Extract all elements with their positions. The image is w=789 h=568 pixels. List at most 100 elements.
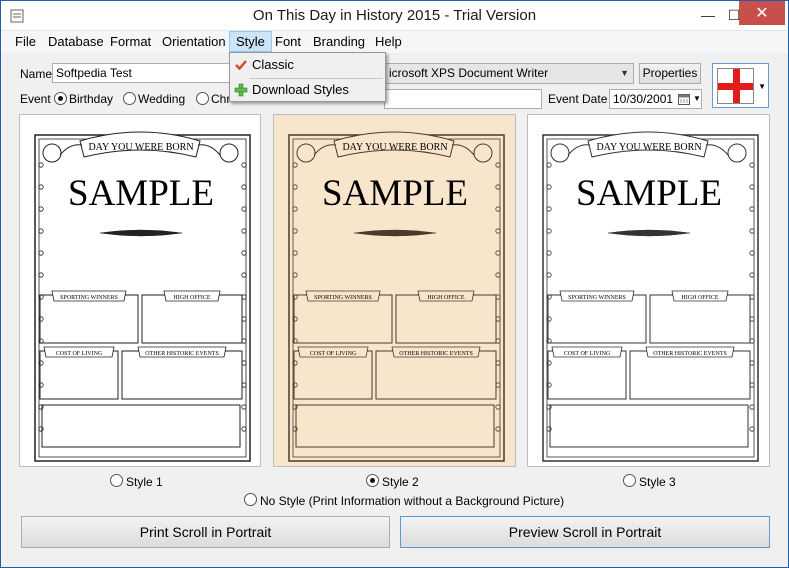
sporting-winners-label: SPORTING WINNERS — [314, 295, 372, 301]
chevron-down-icon[interactable]: ▼ — [693, 90, 701, 108]
menu-file[interactable]: File — [9, 31, 42, 52]
menu-database[interactable]: Database — [42, 31, 110, 52]
cost-of-living-label: COST OF LIVING — [564, 351, 611, 357]
other-historic-events-label: OTHER HISTORIC EVENTS — [399, 351, 473, 357]
ornament — [546, 184, 552, 190]
high-office-label: HIGH OFFICE — [173, 295, 211, 301]
ornament — [749, 404, 755, 410]
corner-ornament — [550, 143, 570, 163]
event-radio-christening[interactable] — [196, 92, 209, 105]
cost-of-living-label: COST OF LIVING — [310, 351, 357, 357]
chevron-down-icon: ▼ — [620, 68, 629, 78]
ornament — [241, 206, 247, 212]
scroll-preview-style-3[interactable]: DAY YOU WERE BORN SAMPLE SPORTING WINNERS H… — [527, 114, 770, 467]
event-date-value: 10/30/2001 — [613, 92, 674, 106]
menu-font[interactable]: Font — [269, 31, 307, 52]
event-radio-wedding[interactable] — [123, 92, 136, 105]
ornament — [38, 228, 44, 234]
england-flag-icon — [717, 68, 754, 104]
ornament — [241, 162, 247, 168]
flag-selector-button[interactable]: ▼ — [712, 63, 769, 108]
high-office-label: HIGH OFFICE — [427, 295, 465, 301]
menu-orientation[interactable]: Orientation — [156, 31, 232, 52]
ornament — [495, 272, 501, 278]
no-style-radio[interactable] — [244, 493, 257, 506]
ornament — [38, 250, 44, 256]
banner-title: DAY YOU WERE BORN — [342, 142, 447, 153]
style-menu-dropdown: Classic Download Styles — [229, 52, 386, 102]
high-office-box — [395, 294, 497, 344]
scroll-preview-style-1[interactable]: DAY YOU WERE BORN SAMPLE SPORTING WINNERS H… — [19, 114, 261, 467]
divider-flourish — [353, 229, 437, 237]
event-date-label: Event Date — [548, 92, 608, 106]
ornament — [241, 404, 247, 410]
ornament — [749, 426, 755, 432]
scroll-preview-style-2[interactable]: DAY YOU WERE BORN SAMPLE SPORTING WINNERS H… — [273, 114, 516, 467]
print-scroll-button[interactable]: Print Scroll in Portrait — [21, 516, 390, 548]
menu-format[interactable]: Format — [104, 31, 157, 52]
ornament — [292, 206, 298, 212]
style-1-radio[interactable] — [110, 474, 123, 487]
scroll-art: DAY YOU WERE BORN SAMPLE SPORTING WINNERS H… — [34, 131, 251, 462]
plus-icon — [234, 83, 248, 97]
other-historic-events-box — [121, 350, 243, 400]
ornament — [241, 426, 247, 432]
event-date-picker[interactable]: 10/30/2001 ▼ — [609, 89, 702, 109]
sporting-winners-box — [293, 294, 393, 344]
style-1-label: Style 1 — [126, 475, 163, 489]
ornament — [749, 228, 755, 234]
ornament — [292, 316, 298, 322]
menu-help[interactable]: Help — [369, 31, 408, 52]
other-historic-events-box — [629, 350, 751, 400]
close-button[interactable]: ✕ — [739, 1, 785, 25]
ornament — [749, 272, 755, 278]
menu-style[interactable]: Style — [229, 31, 272, 52]
ornament — [38, 272, 44, 278]
event-details-input[interactable] — [384, 89, 542, 109]
style-menu-item-label: Classic — [252, 57, 294, 72]
ornament — [241, 272, 247, 278]
ornament — [292, 360, 298, 366]
style-3-radio[interactable] — [623, 474, 636, 487]
ornament — [546, 382, 552, 388]
banner-title: DAY YOU WERE BORN — [596, 142, 701, 153]
ornament — [292, 426, 298, 432]
name-input[interactable]: Softpedia Test — [52, 63, 230, 83]
sporting-winners-box — [547, 294, 647, 344]
scroll-art: DAY YOU WERE BORN SAMPLE SPORTING WINNERS H… — [542, 131, 759, 462]
ornament — [292, 250, 298, 256]
ornament — [546, 272, 552, 278]
style-3-label: Style 3 — [639, 475, 676, 489]
cost-of-living-box — [547, 350, 627, 400]
style-menu-item-classic[interactable]: Classic — [230, 54, 385, 78]
sample-watermark: SAMPLE — [68, 173, 214, 214]
event-radio-birthday[interactable] — [54, 92, 67, 105]
corner-ornament — [296, 143, 316, 163]
title-bar[interactable]: On This Day in History 2015 - Trial Vers… — [1, 1, 788, 31]
style-menu-item-download[interactable]: Download Styles — [230, 79, 385, 103]
event-radio-christening-label: Christening — [211, 92, 229, 106]
ornament — [38, 360, 44, 366]
calendar-icon[interactable] — [678, 93, 690, 105]
chevron-down-icon[interactable]: ▼ — [758, 82, 766, 91]
other-historic-events-label: OTHER HISTORIC EVENTS — [145, 351, 219, 357]
no-style-label: No Style (Print Information without a Ba… — [260, 494, 565, 508]
corner-ornament — [219, 143, 239, 163]
scroll-art: DAY YOU WERE BORN SAMPLE SPORTING WINNERS H… — [288, 131, 505, 462]
banner-title: DAY YOU WERE BORN — [88, 142, 193, 153]
window-title: On This Day in History 2015 - Trial Vers… — [252, 7, 537, 24]
style-menu-item-label: Download Styles — [252, 82, 349, 97]
preview-scroll-button[interactable]: Preview Scroll in Portrait — [400, 516, 770, 548]
bottom-box — [295, 404, 495, 448]
corner-ornament — [42, 143, 62, 163]
menu-branding[interactable]: Branding — [307, 31, 371, 52]
high-office-label: HIGH OFFICE — [681, 295, 719, 301]
event-radio-birthday-label: Birthday — [69, 92, 114, 106]
style-2-radio[interactable] — [366, 474, 379, 487]
ornament — [495, 404, 501, 410]
ornament — [546, 316, 552, 322]
printer-select[interactable]: icrosoft XPS Document Writer ▼ — [384, 63, 634, 84]
high-office-box — [141, 294, 243, 344]
ornament — [546, 360, 552, 366]
properties-button[interactable]: Properties — [639, 63, 701, 84]
